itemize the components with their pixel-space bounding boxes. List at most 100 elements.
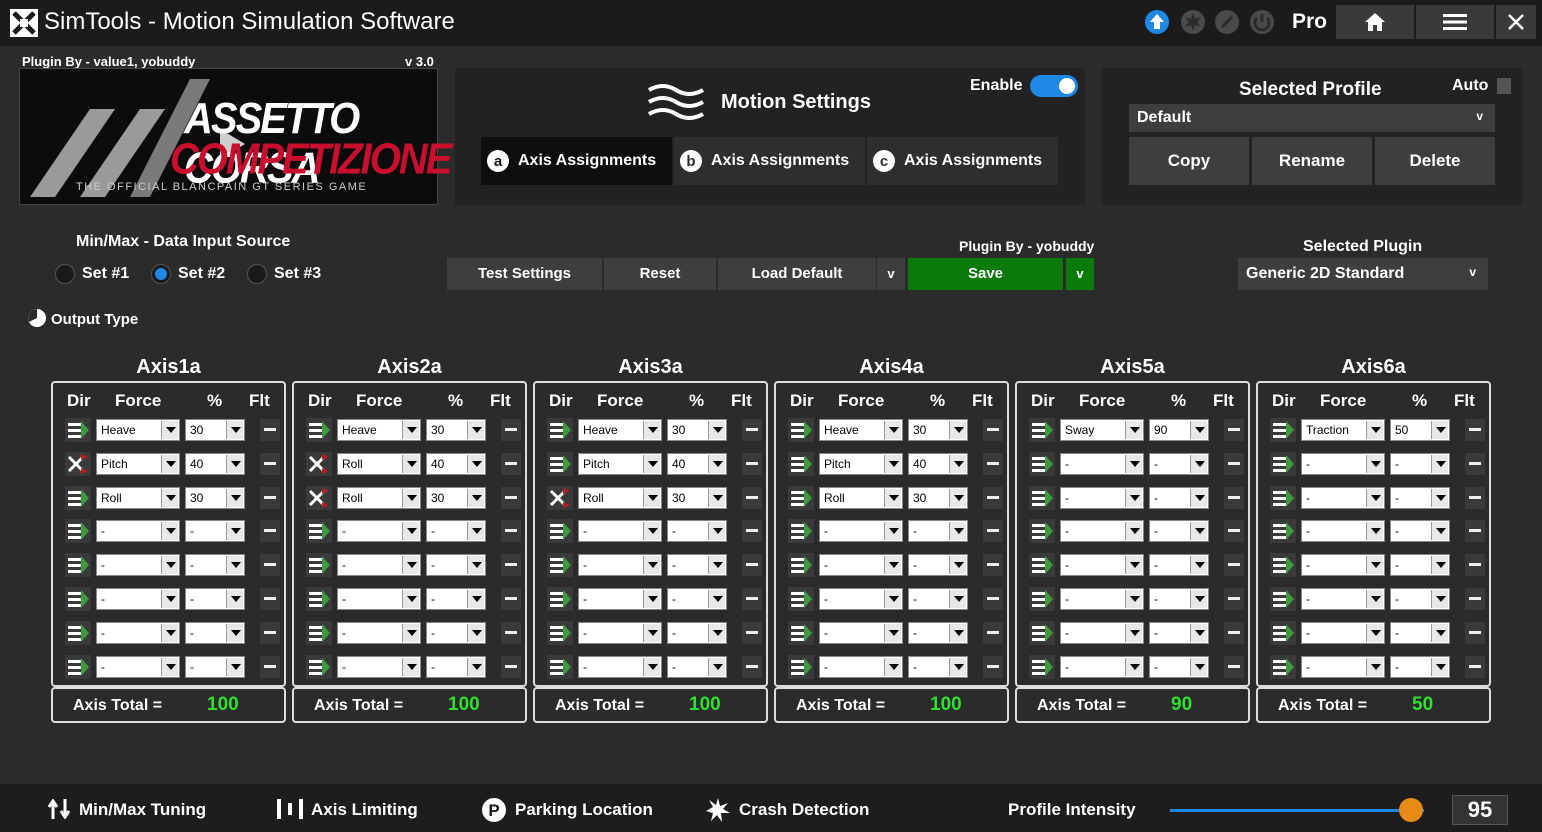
- profile-dropdown[interactable]: Default v: [1129, 104, 1495, 132]
- data-source-radio-2[interactable]: [151, 264, 171, 284]
- filter-button[interactable]: [260, 520, 280, 543]
- filter-button[interactable]: [742, 486, 762, 509]
- filter-button[interactable]: [501, 486, 521, 509]
- filter-button[interactable]: [1465, 621, 1485, 644]
- auto-checkbox[interactable]: [1497, 78, 1511, 94]
- direction-button[interactable]: [547, 451, 573, 476]
- force-select[interactable]: Heave: [337, 419, 421, 441]
- percent-select[interactable]: -: [667, 520, 727, 543]
- filter-button[interactable]: [501, 621, 521, 644]
- force-select[interactable]: -: [1060, 655, 1144, 678]
- filter-button[interactable]: [260, 655, 280, 678]
- force-select[interactable]: -: [337, 554, 421, 577]
- filter-button[interactable]: [1224, 419, 1244, 441]
- force-select[interactable]: -: [1060, 588, 1144, 610]
- force-select[interactable]: -: [1060, 452, 1144, 475]
- update-arrow-icon[interactable]: [1144, 9, 1170, 35]
- direction-button[interactable]: [1029, 485, 1055, 510]
- copy-button[interactable]: Copy: [1129, 137, 1249, 185]
- force-select[interactable]: -: [819, 621, 903, 644]
- filter-button[interactable]: [1465, 655, 1485, 678]
- force-select[interactable]: -: [1301, 520, 1385, 543]
- percent-select[interactable]: -: [1149, 520, 1209, 543]
- direction-button[interactable]: [65, 654, 91, 679]
- filter-button[interactable]: [260, 588, 280, 610]
- percent-select[interactable]: -: [1149, 452, 1209, 475]
- filter-button[interactable]: [742, 655, 762, 678]
- direction-button[interactable]: [1029, 451, 1055, 476]
- percent-select[interactable]: -: [1390, 520, 1450, 543]
- filter-button[interactable]: [501, 554, 521, 577]
- intensity-value[interactable]: 95: [1452, 795, 1508, 825]
- home-button[interactable]: [1336, 5, 1414, 39]
- filter-button[interactable]: [501, 655, 521, 678]
- percent-select[interactable]: -: [908, 520, 968, 543]
- percent-select[interactable]: -: [426, 520, 486, 543]
- force-select[interactable]: -: [1301, 554, 1385, 577]
- direction-button[interactable]: [547, 485, 573, 510]
- enable-toggle[interactable]: [1030, 75, 1078, 97]
- filter-button[interactable]: [1224, 452, 1244, 475]
- direction-button[interactable]: [547, 519, 573, 544]
- percent-select[interactable]: -: [1390, 452, 1450, 475]
- load-default-button[interactable]: Load Default: [718, 258, 876, 290]
- force-select[interactable]: Heave: [578, 419, 662, 441]
- crash-detection-link[interactable]: Crash Detection: [739, 800, 869, 820]
- direction-button[interactable]: [306, 620, 332, 645]
- force-select[interactable]: -: [1060, 554, 1144, 577]
- speedometer-icon[interactable]: [1214, 9, 1240, 35]
- force-select[interactable]: Traction: [1301, 419, 1385, 441]
- direction-button[interactable]: [547, 418, 573, 442]
- intensity-slider-track[interactable]: [1170, 809, 1424, 812]
- percent-select[interactable]: -: [908, 621, 968, 644]
- force-select[interactable]: -: [337, 621, 421, 644]
- filter-button[interactable]: [501, 588, 521, 610]
- force-select[interactable]: -: [819, 554, 903, 577]
- save-button[interactable]: Save: [908, 258, 1063, 290]
- tab-axis-a[interactable]: a Axis Assignments: [481, 137, 672, 185]
- percent-select[interactable]: 30: [185, 419, 245, 441]
- percent-select[interactable]: -: [1390, 486, 1450, 509]
- direction-button[interactable]: [65, 485, 91, 510]
- tab-axis-c[interactable]: c Axis Assignments: [867, 137, 1058, 185]
- game-logo-banner[interactable]: ASSETTO CORSA COMPETIZIONE THE OFFICIAL …: [19, 68, 452, 205]
- percent-select[interactable]: 90: [1149, 419, 1209, 441]
- delete-button[interactable]: Delete: [1375, 137, 1495, 185]
- percent-select[interactable]: -: [185, 621, 245, 644]
- filter-button[interactable]: [1224, 486, 1244, 509]
- data-source-radio-1[interactable]: [55, 264, 75, 284]
- force-select[interactable]: Roll: [337, 452, 421, 475]
- filter-button[interactable]: [260, 486, 280, 509]
- percent-select[interactable]: -: [1390, 621, 1450, 644]
- force-select[interactable]: -: [819, 588, 903, 610]
- direction-button[interactable]: [306, 418, 332, 442]
- percent-select[interactable]: -: [1149, 486, 1209, 509]
- percent-select[interactable]: -: [908, 554, 968, 577]
- filter-button[interactable]: [983, 588, 1003, 610]
- percent-select[interactable]: -: [1149, 588, 1209, 610]
- percent-select[interactable]: -: [1149, 554, 1209, 577]
- reset-button[interactable]: Reset: [604, 258, 716, 290]
- filter-button[interactable]: [501, 419, 521, 441]
- force-select[interactable]: -: [337, 520, 421, 543]
- direction-button[interactable]: [306, 654, 332, 679]
- filter-button[interactable]: [1465, 520, 1485, 543]
- percent-select[interactable]: -: [1390, 588, 1450, 610]
- direction-button[interactable]: [1270, 418, 1296, 442]
- parking-location-link[interactable]: Parking Location: [515, 800, 653, 820]
- filter-button[interactable]: [260, 452, 280, 475]
- percent-select[interactable]: -: [185, 655, 245, 678]
- force-select[interactable]: -: [1301, 486, 1385, 509]
- force-select[interactable]: -: [578, 621, 662, 644]
- filter-button[interactable]: [742, 419, 762, 441]
- percent-select[interactable]: -: [908, 655, 968, 678]
- direction-button[interactable]: [788, 485, 814, 510]
- direction-button[interactable]: [65, 620, 91, 645]
- direction-button[interactable]: [65, 587, 91, 611]
- menu-button[interactable]: [1416, 5, 1494, 39]
- crash-burst-icon[interactable]: [1180, 9, 1206, 35]
- filter-button[interactable]: [260, 419, 280, 441]
- load-default-dropdown-button[interactable]: v: [877, 258, 905, 290]
- percent-select[interactable]: 50: [1390, 419, 1450, 441]
- percent-select[interactable]: -: [185, 588, 245, 610]
